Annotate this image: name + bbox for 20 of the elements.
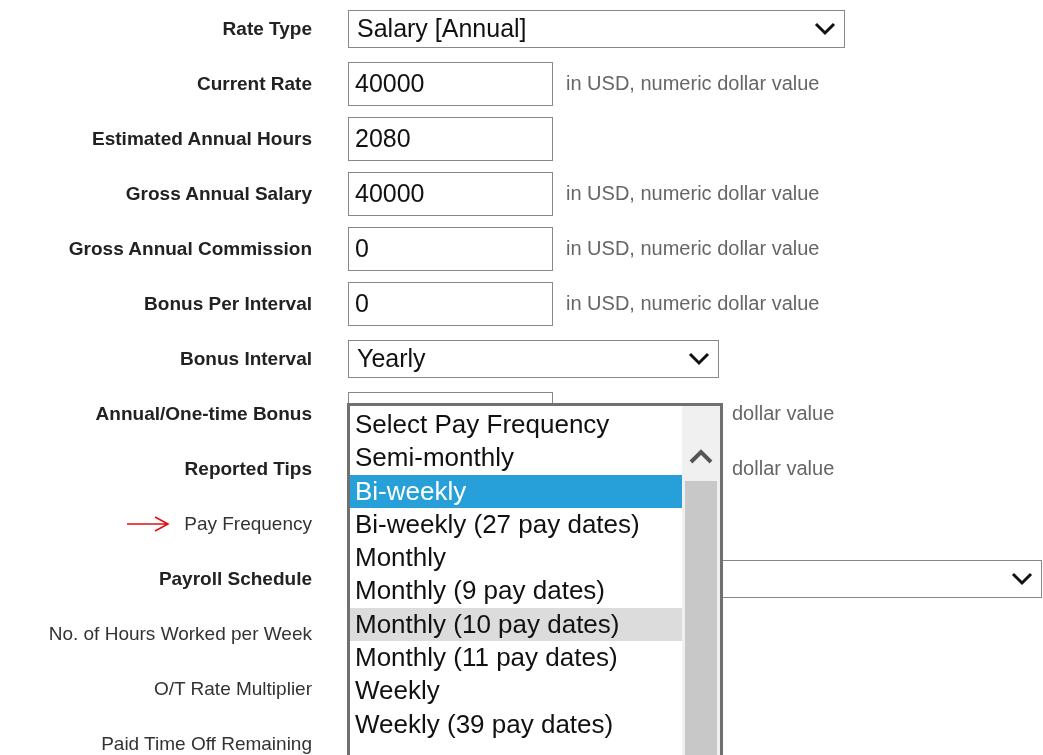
field-hint: in USD, numeric dollar value xyxy=(566,182,820,205)
field-hint: in USD, numeric dollar value xyxy=(566,72,820,95)
field-hint: dollar value xyxy=(732,457,835,480)
field-label: Paid Time Off Remaining xyxy=(101,732,312,755)
field-label: Annual/One-time Bonus xyxy=(95,402,312,425)
field-hint: dollar value xyxy=(732,402,835,425)
field-label: No. of Hours Worked per Week xyxy=(48,622,312,645)
field-label: Pay Frequency xyxy=(184,512,312,535)
field-label: Current Rate xyxy=(196,72,312,95)
field-label: Rate Type xyxy=(222,17,312,40)
field-label: Gross Annual Commission xyxy=(68,237,312,260)
field-hint: in USD, numeric dollar value xyxy=(566,237,820,260)
field-label: Reported Tips xyxy=(184,457,312,480)
field-label: Bonus Per Interval xyxy=(144,292,312,315)
field-label: O/T Rate Multiplier xyxy=(153,677,312,700)
field-label: Payroll Schedule xyxy=(158,567,312,590)
field-label: Estimated Annual Hours xyxy=(92,127,312,150)
field-hint: in USD, numeric dollar value xyxy=(566,292,820,315)
field-label: Bonus Interval xyxy=(180,347,312,370)
field-label: Gross Annual Salary xyxy=(125,182,312,205)
